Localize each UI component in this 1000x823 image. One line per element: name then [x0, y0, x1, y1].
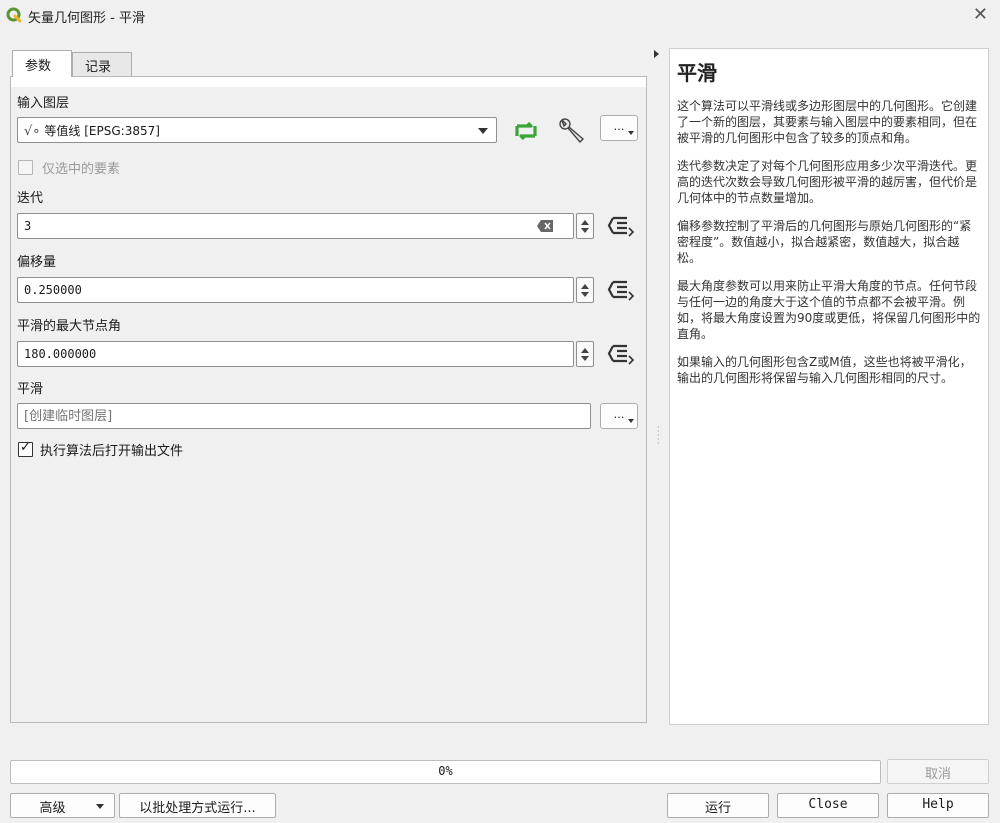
selected-only-checkbox[interactable] [18, 160, 33, 175]
clear-icon[interactable] [537, 220, 553, 232]
collapse-arrow-icon[interactable] [654, 50, 659, 58]
qgis-logo-icon [6, 7, 22, 23]
iterations-spinner[interactable] [576, 213, 594, 239]
line-layer-icon: √∘ [24, 124, 41, 139]
max-angle-label: 平滑的最大节点角 [17, 319, 122, 334]
help-paragraph: 迭代参数决定了对每个几何图形应用多少次平滑迭代。更高的迭代次数会导致几何图形被平… [677, 159, 978, 205]
open-output-label: 执行算法后打开输出文件 [40, 444, 184, 459]
checkmark-icon: ✓ [20, 440, 31, 455]
help-paragraph: 如果输入的几何图形包含Z或M值，这些也将被平滑化，输出的几何图形将保留与输入几何… [677, 355, 972, 385]
selected-only-label: 仅选中的要素 [42, 162, 121, 177]
max-angle-spinner[interactable] [576, 341, 594, 367]
chevron-down-icon [96, 804, 104, 809]
close-icon[interactable]: ✕ [973, 4, 988, 25]
help-panel: 平滑 这个算法可以平滑线或多边形图层中的几何图形。它创建了一个新的图层，其要素与… [669, 48, 989, 725]
offset-spinner[interactable] [576, 277, 594, 303]
help-title: 平滑 [677, 61, 717, 85]
window-title: 矢量几何图形 - 平滑 [28, 11, 145, 26]
advanced-button-label: 高级 [39, 801, 66, 816]
panel-header-strip [11, 77, 646, 87]
input-layer-options-button[interactable]: … [600, 115, 638, 141]
offset-input[interactable]: 0.250000 [17, 277, 574, 303]
progress-bar: 0% [10, 760, 881, 784]
offset-label: 偏移量 [17, 255, 57, 270]
run-button[interactable]: 运行 [667, 793, 769, 818]
tab-parameters[interactable]: 参数 [12, 50, 72, 77]
panel-splitter[interactable]: · · · · · [651, 48, 660, 728]
chevron-down-icon [478, 128, 488, 134]
splitter-handle-icon[interactable]: · · · · · [657, 424, 660, 448]
help-paragraph: 最大角度参数可以用来防止平滑大角度的节点。任何节段与任何一边的角度大于这个值的节… [677, 279, 981, 341]
iterations-value: 3 [24, 219, 32, 233]
input-layer-value: 等值线 [EPSG:3857] [44, 124, 160, 138]
max-angle-input[interactable]: 180.000000 [17, 341, 574, 367]
wrench-icon[interactable] [554, 114, 588, 148]
help-paragraph: 这个算法可以平滑线或多边形图层中的几何图形。它创建了一个新的图层，其要素与输入图… [677, 99, 978, 145]
iterations-input[interactable]: 3 [17, 213, 574, 239]
data-defined-override-icon[interactable] [607, 278, 637, 302]
data-defined-override-icon[interactable] [607, 214, 637, 238]
help-paragraph: 偏移参数控制了平滑后的几何图形与原始几何图形的“紧密程度”。数值越小，拟合越紧密… [677, 219, 972, 265]
cancel-button[interactable]: 取消 [887, 759, 989, 784]
advanced-button[interactable]: 高级 [10, 793, 115, 818]
output-options-button[interactable]: … [600, 403, 638, 429]
iterate-features-icon[interactable] [511, 118, 541, 144]
iterations-label: 迭代 [17, 191, 44, 206]
output-label: 平滑 [17, 382, 44, 397]
batch-run-button[interactable]: 以批处理方式运行... [119, 793, 276, 818]
open-output-checkbox[interactable]: ✓ [18, 440, 33, 457]
help-button[interactable]: Help [887, 793, 989, 818]
input-layer-combobox[interactable]: √∘ 等值线 [EPSG:3857] [17, 117, 497, 143]
title-bar: 矢量几何图形 - 平滑 ✕ [0, 0, 1000, 32]
output-path-input[interactable] [17, 403, 591, 429]
close-button[interactable]: Close [777, 793, 879, 818]
input-layer-label: 输入图层 [17, 96, 70, 111]
tab-log[interactable]: 记录 [72, 52, 132, 76]
data-defined-override-icon[interactable] [607, 342, 637, 366]
